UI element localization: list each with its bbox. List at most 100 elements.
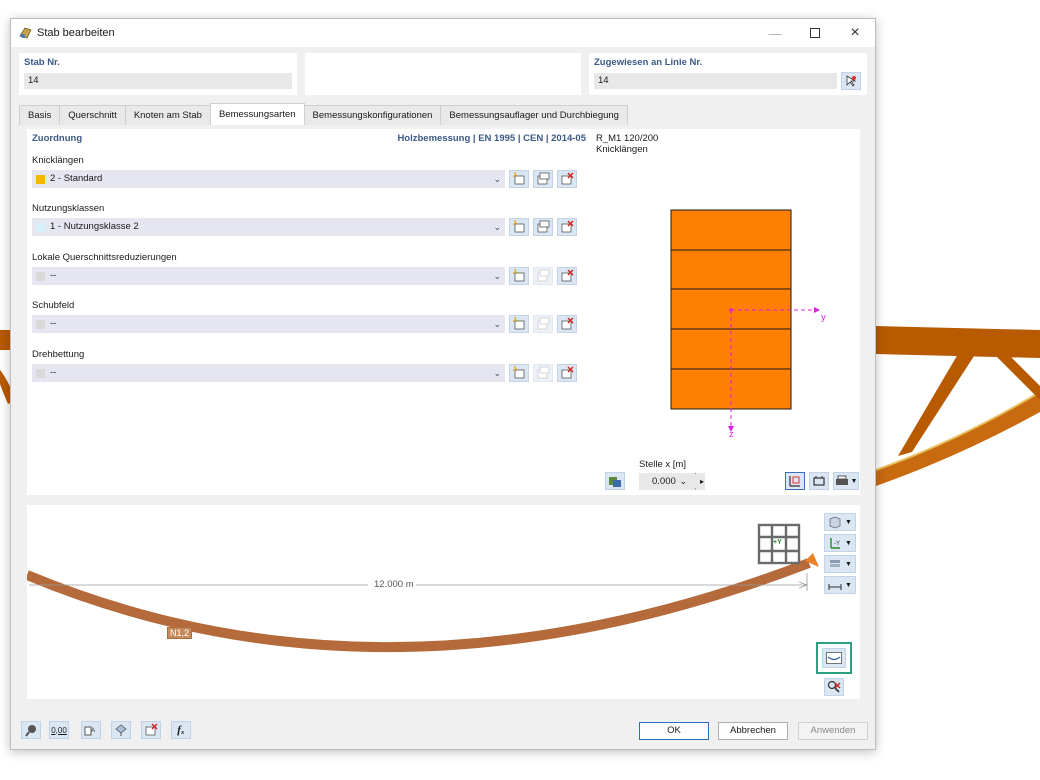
color-swatch <box>36 223 45 232</box>
shear-panel-select[interactable]: -- ⌄ <box>32 315 505 333</box>
dimension-icon <box>828 584 842 590</box>
delete-section-reduction-button[interactable] <box>557 267 577 285</box>
tab-basis[interactable]: Basis <box>19 105 61 125</box>
buckling-lengths-value: 2 - Standard <box>50 173 103 184</box>
local-section-reductions-select[interactable]: -- ⌄ <box>32 267 505 285</box>
buckling-lengths-label: Knicklängen <box>32 155 84 166</box>
tab-design-configurations[interactable]: Bemessungskonfigurationen <box>303 105 442 125</box>
view-menu-button[interactable]: ▼ <box>824 513 856 531</box>
chevron-down-icon: ⌄ <box>493 174 501 184</box>
color-swatch <box>36 272 45 281</box>
display-settings-button[interactable]: A <box>81 721 101 739</box>
minimize-button[interactable]: — <box>755 19 795 47</box>
new-service-class-button[interactable] <box>509 218 529 236</box>
edit-service-class-button[interactable] <box>533 218 553 236</box>
delete-item-icon <box>561 366 574 379</box>
spin-buttons[interactable]: ˙ ˌ <box>694 472 697 490</box>
print-menu-button[interactable]: ▼ <box>833 472 859 490</box>
section-settings-icon <box>609 477 621 487</box>
service-classes-label: Nutzungsklassen <box>32 203 105 214</box>
member-curve-drawing <box>27 553 819 653</box>
minimize-icon: — <box>768 25 782 41</box>
units-button[interactable]: 0,00 <box>49 721 69 739</box>
tab-cross-section[interactable]: Querschnitt <box>59 105 126 125</box>
formula-button[interactable]: fₓ <box>171 721 191 739</box>
new-shear-panel-button[interactable] <box>509 315 529 333</box>
curve-view-button[interactable] <box>822 648 846 668</box>
cross-section-drawing <box>670 209 820 432</box>
close-icon: × <box>850 24 860 41</box>
assigned-line-field[interactable]: 14 <box>594 73 837 89</box>
tab-member-nodes[interactable]: Knoten am Stab <box>124 105 211 125</box>
new-rotational-restraint-button[interactable] <box>509 364 529 382</box>
edit-item-icon <box>537 172 550 185</box>
new-item-icon <box>513 220 525 233</box>
ok-button[interactable]: OK <box>639 722 709 740</box>
dropdown-arrow-icon: ▼ <box>845 518 852 526</box>
member-no-label: Stab Nr. <box>24 57 60 68</box>
highlighted-view-button[interactable] <box>816 642 852 674</box>
frame-icon <box>813 476 825 486</box>
tab-design-supports-deflection[interactable]: Bemessungsauflager und Durchbiegung <box>440 105 628 125</box>
delete-shear-panel-button[interactable] <box>557 315 577 333</box>
edit-member-dialog: Stab bearbeiten — × Stab Nr. 14 Zugewies… <box>10 18 876 750</box>
next-location-icon[interactable]: ▸ <box>700 473 704 490</box>
rotational-restraint-select[interactable]: -- ⌄ <box>32 364 505 382</box>
chevron-down-icon: ⌄ <box>679 476 687 486</box>
new-item-icon <box>513 172 525 185</box>
select-pointer-icon <box>846 75 857 87</box>
view-cube[interactable]: +Y <box>757 523 801 565</box>
location-label: Stelle x [m] <box>639 459 686 470</box>
color-swatch <box>36 320 45 329</box>
maximize-button[interactable] <box>795 19 835 47</box>
delete-settings-button[interactable] <box>141 721 161 739</box>
select-line-button[interactable] <box>841 72 861 90</box>
tab-bar: Basis Querschnitt Knoten am Stab Bemessu… <box>19 103 628 125</box>
reset-view-button[interactable] <box>824 678 844 696</box>
service-classes-select[interactable]: 1 - Nutzungsklasse 2 ⌄ <box>32 218 505 236</box>
cancel-button[interactable]: Abbrechen <box>718 722 788 740</box>
edit-item-icon <box>537 317 550 330</box>
section-frame-button[interactable] <box>809 472 829 490</box>
edit-item-icon <box>537 366 550 379</box>
rotational-restraint-value: -- <box>50 367 57 378</box>
apply-button[interactable]: Anwenden <box>798 722 868 740</box>
edit-shear-panel-button[interactable] <box>533 315 553 333</box>
close-button[interactable]: × <box>835 19 875 47</box>
curved-member-icon <box>826 652 842 664</box>
location-select[interactable]: 0.000 ⌄ ˙ ˌ ▸ <box>639 472 705 490</box>
member-preview-panel: 12.000 m N1,2 +Y ▼ -Y ▼ ▼ ▼ <box>27 505 860 699</box>
dropdown-arrow-icon: ▼ <box>845 539 852 547</box>
member-no-field[interactable]: 14 <box>24 73 292 89</box>
shear-panel-value: -- <box>50 318 57 329</box>
new-section-reduction-button[interactable] <box>509 267 529 285</box>
chevron-down-icon: ⌄ <box>493 271 501 281</box>
member-no-panel: Stab Nr. 14 <box>19 53 297 95</box>
cube-view-icon <box>829 516 841 529</box>
section-view-button[interactable] <box>785 472 805 490</box>
model-view-button[interactable] <box>111 721 131 739</box>
delete-item-icon <box>561 269 574 282</box>
axis-direction-icon: -Y <box>830 538 841 549</box>
new-item-icon <box>513 317 525 330</box>
delete-service-class-button[interactable] <box>557 218 577 236</box>
tab-design-types[interactable]: Bemessungsarten <box>209 103 305 125</box>
dimension-button[interactable]: ▼ <box>824 576 856 594</box>
display-layers-button[interactable]: ▼ <box>824 555 856 573</box>
section-preview-panel: R_M1 120/200 Knicklängen y z Stelle x [m… <box>592 129 860 495</box>
edit-buckling-lengths-button[interactable] <box>533 170 553 188</box>
delete-rotational-restraint-button[interactable] <box>557 364 577 382</box>
new-buckling-lengths-button[interactable] <box>509 170 529 188</box>
dialog-footer: 0,00 A fₓ OK Abbrechen Anwenden <box>11 709 875 749</box>
service-classes-value: 1 - Nutzungsklasse 2 <box>50 221 139 232</box>
delete-item-icon <box>561 317 574 330</box>
edit-section-reduction-button[interactable] <box>533 267 553 285</box>
help-button[interactable] <box>21 721 41 739</box>
assigned-line-panel: Zugewiesen an Linie Nr. 14 <box>589 53 867 95</box>
edit-rotational-restraint-button[interactable] <box>533 364 553 382</box>
axis-direction-button[interactable]: -Y ▼ <box>824 534 856 552</box>
section-settings-button[interactable] <box>605 472 625 490</box>
delete-buckling-lengths-button[interactable] <box>557 170 577 188</box>
buckling-lengths-select[interactable]: 2 - Standard ⌄ <box>32 170 505 188</box>
new-item-icon <box>513 269 525 282</box>
